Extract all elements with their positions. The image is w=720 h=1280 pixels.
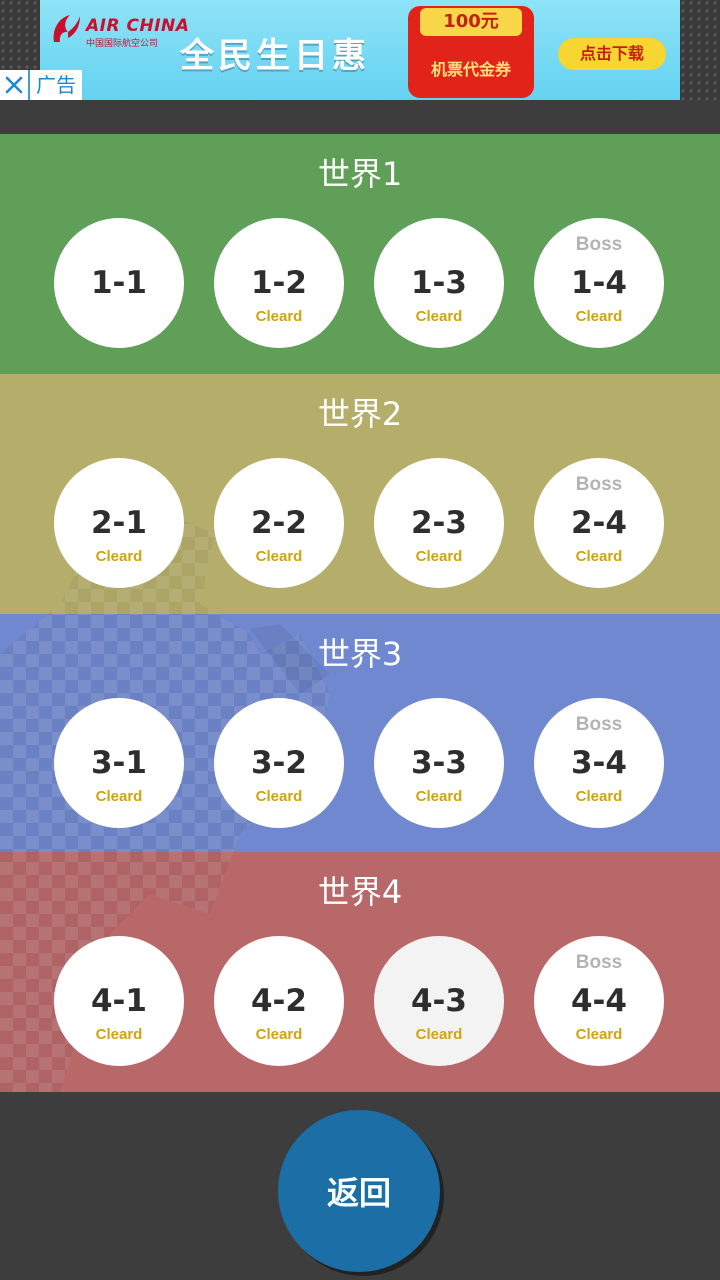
level-status: Cleard — [95, 1026, 143, 1043]
ad-brand-sub: 中国国际航空公司 — [86, 39, 159, 49]
level-number: 2-3 — [410, 505, 467, 541]
level-status: Cleard — [415, 788, 463, 805]
level-2-3-button[interactable]: 2-3 Cleard — [374, 458, 504, 588]
level-4-2-button[interactable]: 4-2 Cleard — [214, 936, 344, 1066]
level-status: Cleard — [255, 788, 303, 805]
level-status: Cleard — [575, 308, 623, 325]
ad-download-button[interactable]: 点击下载 — [558, 38, 666, 70]
level-number: 3-1 — [90, 745, 147, 781]
level-status: Cleard — [95, 788, 143, 805]
level-status: Cleard — [415, 548, 463, 565]
world-4-content: 世界4 4-1 Cleard 4-2 Cleard 4-3 Cleard Bos… — [0, 852, 720, 1092]
level-number: 1-4 — [570, 265, 627, 301]
close-icon[interactable] — [0, 70, 30, 100]
level-2-1-button[interactable]: 2-1 Cleard — [54, 458, 184, 588]
ad-slogan: 全民生日惠 — [180, 36, 370, 76]
boss-label: Boss — [575, 234, 623, 255]
world-2-content: 世界2 2-1 Cleard 2-2 Cleard 2-3 Cleard Bos… — [0, 374, 720, 614]
ad-badge: 广告 — [0, 70, 82, 100]
world-title: 世界1 — [317, 155, 403, 193]
world-title: 世界4 — [317, 873, 403, 911]
level-status: Cleard — [95, 548, 143, 565]
back-button[interactable]: 返回 — [278, 1110, 440, 1272]
level-1-3-button[interactable]: 1-3 Cleard — [374, 218, 504, 348]
level-1-2-button[interactable]: 1-2 Cleard — [214, 218, 344, 348]
world-3-content: 世界3 3-1 Cleard 3-2 Cleard 3-3 Cleard Bos… — [0, 614, 720, 854]
world-select: 世界1 1-1 1-2 Cleard 1-3 Cleard Boss 1-4 C… — [0, 134, 720, 1092]
boss-label: Boss — [575, 474, 623, 495]
level-number: 1-3 — [410, 265, 467, 301]
level-4-3-button[interactable]: 4-3 Cleard — [374, 936, 504, 1066]
level-4-1-button[interactable]: 4-1 Cleard — [54, 936, 184, 1066]
world-1-content: 世界1 1-1 1-2 Cleard 1-3 Cleard Boss 1-4 C… — [0, 134, 720, 374]
level-number: 3-2 — [250, 745, 307, 781]
level-number: 4-2 — [250, 983, 307, 1019]
level-4-4-button[interactable]: Boss 4-4 Cleard — [534, 936, 664, 1066]
level-3-2-button[interactable]: 3-2 Cleard — [214, 698, 344, 828]
world-title: 世界3 — [317, 635, 403, 673]
level-number: 1-1 — [90, 265, 147, 301]
level-number: 2-2 — [250, 505, 307, 541]
level-number: 4-3 — [410, 983, 467, 1019]
world-title: 世界2 — [317, 395, 403, 433]
level-number: 1-2 — [250, 265, 307, 301]
boss-label: Boss — [575, 952, 623, 973]
level-3-3-button[interactable]: 3-3 Cleard — [374, 698, 504, 828]
level-2-2-button[interactable]: 2-2 Cleard — [214, 458, 344, 588]
level-status: Cleard — [575, 548, 623, 565]
level-number: 4-4 — [570, 983, 627, 1019]
level-number: 4-1 — [90, 983, 147, 1019]
phoenix-icon — [53, 15, 80, 42]
level-number: 3-3 — [410, 745, 467, 781]
level-3-4-button[interactable]: Boss 3-4 Cleard — [534, 698, 664, 828]
level-1-1-button[interactable]: 1-1 — [54, 218, 184, 348]
level-2-4-button[interactable]: Boss 2-4 Cleard — [534, 458, 664, 588]
ad-coupon: 100元 机票代金券 — [408, 6, 534, 98]
ad-coupon-amount: 100元 — [420, 8, 522, 36]
ad-coupon-text: 机票代金券 — [430, 60, 511, 79]
level-status: Cleard — [575, 1026, 623, 1043]
level-status: Cleard — [415, 1026, 463, 1043]
ad-label: 广告 — [36, 73, 76, 97]
level-number: 2-1 — [90, 505, 147, 541]
level-3-1-button[interactable]: 3-1 Cleard — [54, 698, 184, 828]
level-status: Cleard — [415, 308, 463, 325]
level-1-4-button[interactable]: Boss 1-4 Cleard — [534, 218, 664, 348]
level-status: Cleard — [575, 788, 623, 805]
level-number: 3-4 — [570, 745, 627, 781]
level-status: Cleard — [255, 308, 303, 325]
level-status: Cleard — [255, 1026, 303, 1043]
ad-brand: AIR CHINA — [86, 16, 190, 36]
level-number: 2-4 — [570, 505, 627, 541]
level-status: Cleard — [255, 548, 303, 565]
ad-banner[interactable]: AIR CHINA 中国国际航空公司 全民生日惠 100元 机票代金券 点击下载 — [40, 0, 680, 100]
boss-label: Boss — [575, 714, 623, 735]
